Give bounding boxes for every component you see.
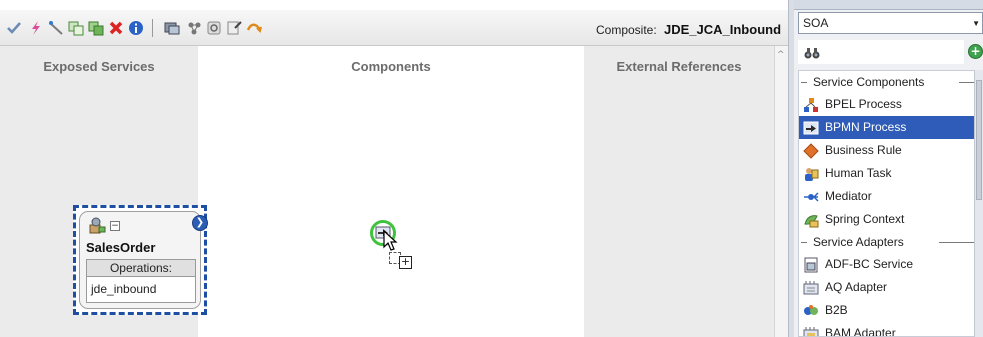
binoculars-icon[interactable] — [804, 46, 820, 63]
palette-item-label: Business Rule — [825, 143, 902, 157]
editor-toolbar: Composite: JDE_JCA_Inbound — [0, 10, 794, 46]
palette-item-human-task[interactable]: Human Task — [799, 162, 977, 185]
b2b-icon — [803, 303, 819, 319]
refresh-icon[interactable] — [206, 20, 222, 36]
human-task-icon — [803, 166, 819, 182]
service-name: SalesOrder — [86, 240, 156, 255]
divider — [801, 82, 807, 83]
bam-adapter-icon — [803, 326, 819, 336]
paste-icon[interactable] — [88, 20, 104, 36]
group-header-service-components: Service Components — [799, 71, 977, 93]
bpmn-process-icon — [803, 120, 819, 136]
test-icon[interactable] — [226, 20, 242, 36]
component-palette: SOA ▼ + Service Components BPEL Process … — [794, 0, 983, 337]
composite-label: Composite: — [596, 23, 657, 37]
palette-item-bpmn-process[interactable]: BPMN Process — [799, 116, 977, 139]
palette-item-label: AQ Adapter — [825, 280, 888, 294]
lane-title: External References — [616, 59, 742, 74]
delete-icon[interactable] — [108, 20, 124, 36]
toolbar-separator — [152, 19, 153, 37]
palette-item-label: Mediator — [825, 189, 872, 203]
composite-name: JDE_JCA_Inbound — [664, 22, 782, 37]
aq-adapter-icon — [803, 280, 819, 296]
palette-item-bpel-process[interactable]: BPEL Process — [799, 93, 977, 116]
group-title: Service Components — [813, 75, 925, 89]
palette-item-bam-adapter[interactable]: BAM Adapter — [799, 322, 977, 337]
trace-icon[interactable] — [246, 20, 262, 36]
operation-item[interactable]: jde_inbound — [87, 277, 195, 301]
service-card-selected[interactable]: − ❯ SalesOrder Operations: jde_inbound — [73, 205, 208, 315]
palette-item-business-rule[interactable]: Business Rule — [799, 139, 977, 162]
operations-header: Operations: — [87, 260, 195, 277]
palette-item-label: B2B — [825, 303, 848, 317]
group-title: Service Adapters — [813, 235, 904, 249]
business-rule-icon — [803, 143, 819, 159]
lane-title: Components — [351, 59, 431, 74]
copy-icon[interactable] — [68, 20, 84, 36]
palette-category-value: SOA — [803, 16, 829, 30]
group-header-service-adapters: Service Adapters — [799, 231, 977, 253]
palette-scrollbar[interactable] — [974, 70, 983, 337]
palette-item-label: BAM Adapter — [825, 326, 896, 337]
chevron-down-icon[interactable]: ▼ — [972, 19, 980, 28]
wire-icon[interactable] — [48, 20, 64, 36]
lane-title: Exposed Services — [43, 59, 155, 74]
scroll-up-icon[interactable]: ^ — [777, 50, 785, 60]
palette-item-label: BPMN Process — [825, 120, 907, 134]
components-lane[interactable]: Components — [198, 46, 584, 337]
palette-search-input[interactable] — [798, 40, 964, 64]
palette-item-label: Human Task — [825, 166, 892, 180]
palette-item-aq-adapter[interactable]: AQ Adapter — [799, 276, 977, 299]
bpel-process-icon — [803, 97, 819, 113]
scroll-thumb[interactable] — [976, 80, 982, 200]
palette-item-label: ADF-BC Service — [825, 257, 914, 271]
add-copy-icon: + — [399, 255, 412, 269]
palette-list: Service Components BPEL Process BPMN Pro… — [798, 70, 978, 337]
composite-editor: Composite: JDE_JCA_Inbound Exposed Servi… — [0, 0, 794, 337]
plus-icon: + — [970, 44, 981, 58]
palette-item-mediator[interactable]: Mediator — [799, 185, 977, 208]
deploy-icon[interactable] — [186, 20, 202, 36]
divider — [939, 242, 977, 243]
external-references-lane[interactable]: External References — [584, 46, 774, 337]
divider — [801, 242, 807, 243]
mediator-icon — [803, 189, 819, 205]
service-body[interactable]: − ❯ SalesOrder Operations: jde_inbound — [79, 211, 208, 309]
palette-item-adf-bc-service[interactable]: ADF-BC Service — [799, 253, 977, 276]
palette-item-label: Spring Context — [825, 212, 905, 226]
collapse-icon[interactable]: − — [110, 221, 120, 231]
add-button[interactable]: + — [968, 44, 983, 59]
jca-adapter-icon — [88, 217, 106, 235]
palette-item-spring-context[interactable]: Spring Context — [799, 208, 977, 231]
chevron-right-icon[interactable]: ❯ — [192, 215, 208, 231]
adf-bc-service-icon — [803, 257, 819, 273]
editor-vertical-scrollbar[interactable]: ^ — [774, 46, 788, 337]
lightning-icon[interactable] — [28, 20, 44, 36]
operations-box: Operations: jde_inbound — [86, 259, 196, 303]
layout-icon[interactable] — [164, 20, 180, 36]
info-icon[interactable] — [128, 20, 144, 36]
palette-category-select[interactable]: SOA ▼ — [798, 12, 983, 34]
validate-icon[interactable] — [6, 20, 22, 36]
palette-tab-strip[interactable] — [794, 0, 983, 10]
palette-item-label: BPEL Process — [825, 97, 902, 111]
spring-context-icon — [803, 212, 819, 228]
palette-item-b2b[interactable]: B2B — [799, 299, 977, 322]
